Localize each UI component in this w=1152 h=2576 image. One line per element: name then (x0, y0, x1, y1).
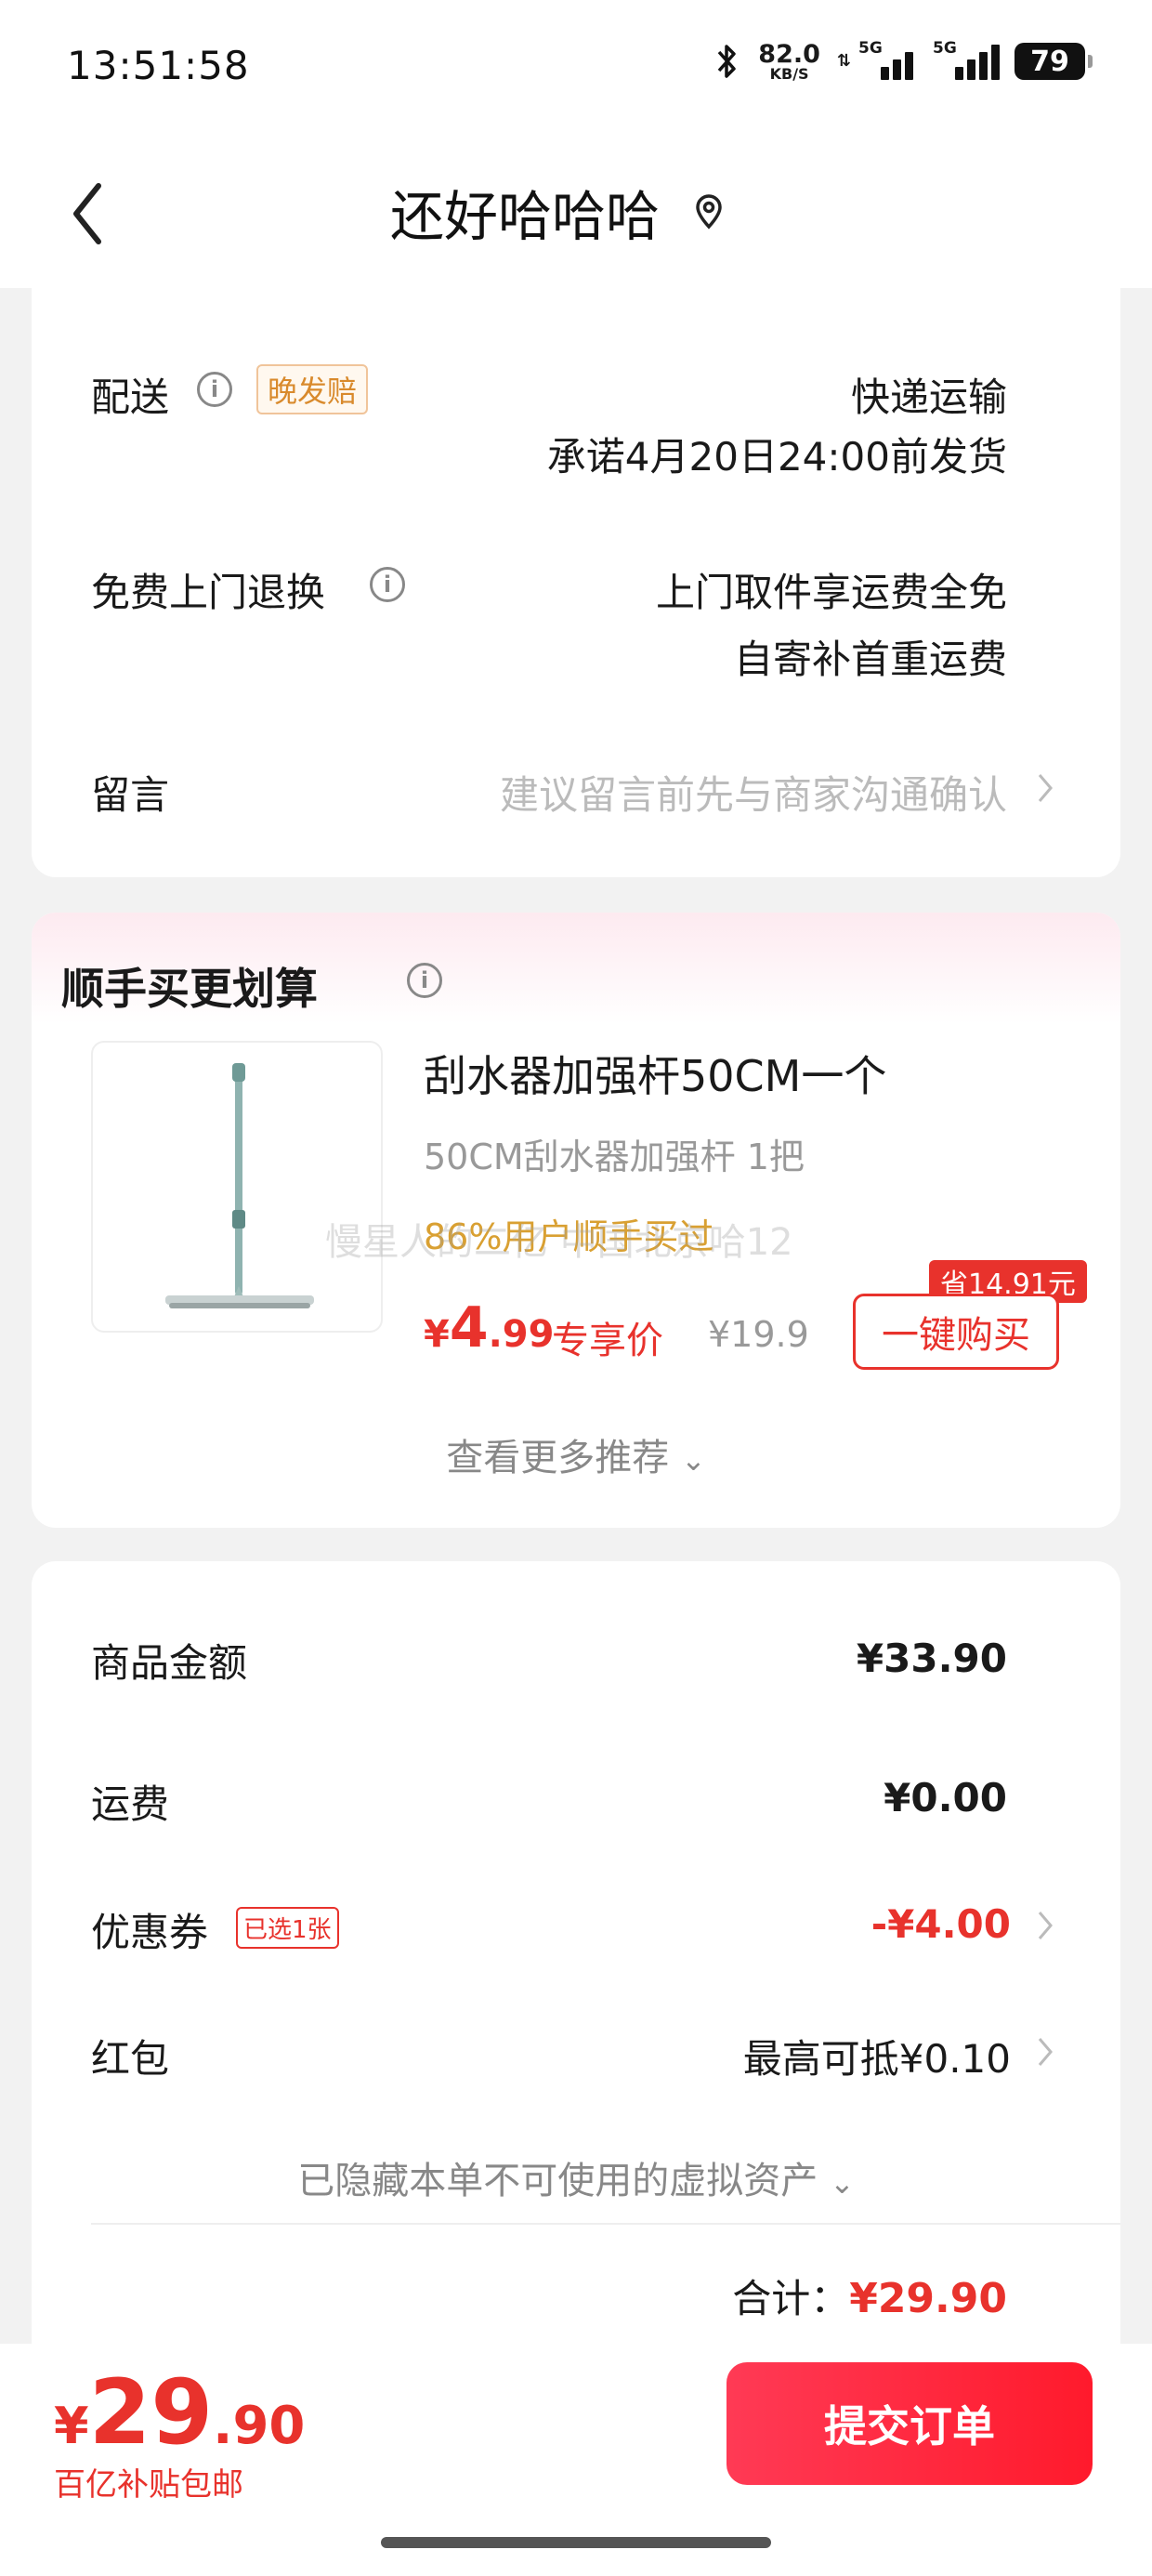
more-recommendations-button[interactable]: 查看更多推荐 ⌄ (0, 1427, 1152, 1481)
status-indicators: 82.0 KB/S ⇅ 5G 5G 79 (713, 39, 1093, 83)
message-chevron-right-icon[interactable] (1035, 769, 1055, 807)
coupon-label: 优惠券 (91, 1910, 209, 1955)
nav-title: 还好哈哈哈 (390, 185, 661, 248)
nav-bar: 还好哈哈哈 (0, 139, 1152, 288)
hidden-assets-toggle[interactable]: 已隐藏本单不可使用的虚拟资产 ⌄ (0, 2150, 1152, 2204)
return-info-icon[interactable]: i (370, 567, 405, 602)
addon-info-icon[interactable]: i (407, 963, 442, 998)
bluetooth-icon (717, 45, 737, 78)
data-transfer-icon: ⇅ (836, 50, 851, 71)
subsidy-free-shipping-label: 百亿补贴包邮 (54, 2466, 243, 2504)
submit-order-button[interactable]: 提交订单 (727, 2362, 1093, 2485)
product-image[interactable] (91, 1041, 383, 1333)
return-service-line1: 上门取件享运费全免 (655, 570, 1007, 615)
chevron-down-icon: ⌄ (829, 2165, 855, 2201)
return-service-line2: 自寄补首重运费 (733, 637, 1007, 682)
red-packet-value[interactable]: 最高可抵¥0.10 (743, 2028, 1011, 2084)
one-click-buy-button[interactable]: 一键购买 (853, 1294, 1059, 1370)
divider (91, 2223, 1120, 2225)
shipping-label: 运费 (91, 1781, 170, 1827)
coupon-chevron-right-icon[interactable] (1035, 1907, 1055, 1944)
location-pin-icon (696, 194, 722, 230)
signal-icon-2: 5G (933, 39, 1000, 80)
back-arrow-icon[interactable] (65, 177, 111, 251)
status-time: 13:51:58 (67, 43, 250, 88)
network-speed: 82.0 KB/S (758, 39, 820, 83)
addon-product-spec: 50CM刮水器加强杆 1把 (424, 1137, 805, 1177)
addon-original-price: ¥19.9 (708, 1314, 809, 1355)
addon-product-title[interactable]: 刮水器加强杆50CM一个 (424, 1043, 886, 1104)
total-row: 合计： ¥29.90 (732, 2275, 1007, 2322)
red-packet-label: 红包 (91, 2036, 170, 2082)
delivery-method: 快递运输 (850, 375, 1007, 420)
shipping-value: ¥0.00 (884, 1775, 1007, 1820)
delivery-info-icon[interactable]: i (197, 372, 232, 407)
bottom-total-price: ¥ 29 .90 (54, 2360, 306, 2464)
signal-icon: 5G (858, 39, 916, 80)
message-label: 留言 (91, 772, 170, 818)
battery-icon: 79 (1015, 43, 1093, 80)
delivery-label: 配送 (91, 375, 170, 420)
goods-amount-label: 商品金额 (91, 1640, 248, 1686)
addon-section-title: 顺手买更划算 (61, 964, 318, 1014)
addon-exclusive-label: 专享价 (552, 1320, 663, 1362)
chevron-down-icon: ⌄ (680, 1442, 706, 1478)
coupon-selected-tag: 已选1张 (236, 1907, 339, 1949)
goods-amount-value: ¥33.90 (856, 1636, 1007, 1681)
red-packet-chevron-right-icon[interactable] (1035, 2033, 1055, 2070)
squeegee-image (165, 1063, 314, 1308)
return-service-label: 免费上门退换 (91, 570, 326, 615)
late-compensation-badge: 晚发赔 (256, 364, 369, 414)
message-input[interactable]: 建议留言前先与商家沟通确认 (500, 764, 1007, 821)
total-amount: ¥29.90 (849, 2275, 1007, 2322)
nav-title-group[interactable]: 还好哈哈哈 (390, 173, 725, 251)
coupon-value[interactable]: -¥4.00 (871, 1901, 1011, 1947)
addon-price: ¥ 4 .99 (424, 1295, 555, 1360)
delivery-promise: 承诺4月20日24:00前发货 (546, 434, 1007, 480)
status-bar: 13:51:58 82.0 KB/S ⇅ 5G 5G 79 (0, 0, 1152, 139)
home-indicator[interactable] (381, 2537, 771, 2548)
watermark: 慢星人的二亿 中国北京哈12 (325, 1221, 793, 1264)
